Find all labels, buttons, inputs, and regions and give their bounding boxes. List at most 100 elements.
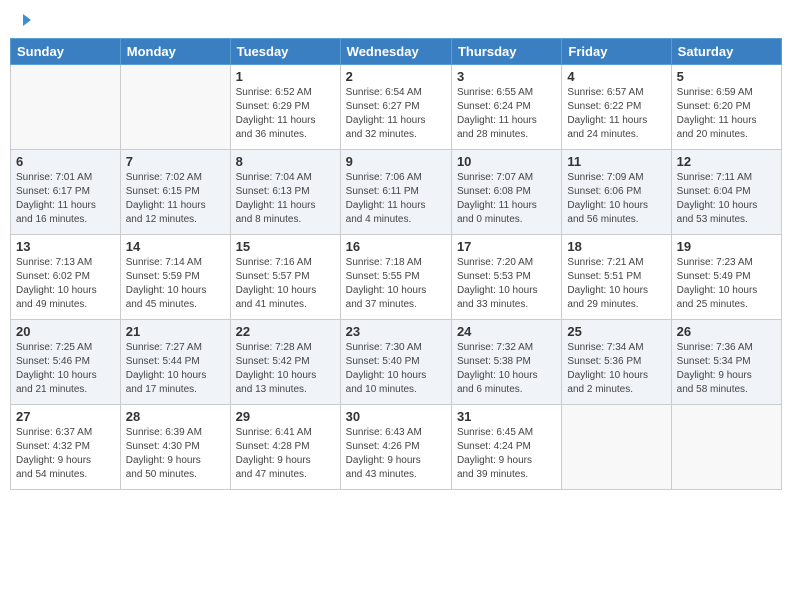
day-number: 2: [346, 69, 446, 84]
day-info: Sunrise: 7:20 AM Sunset: 5:53 PM Dayligh…: [457, 256, 556, 312]
calendar-cell: 21 Sunrise: 7:27 AM Sunset: 5:44 PM Dayli…: [120, 320, 230, 405]
day-number: 10: [457, 154, 556, 169]
calendar-cell: 3Sunrise: 6:55 AM Sunset: 6:24 PM Daylig…: [451, 65, 561, 150]
day-number: 3: [457, 69, 556, 84]
calendar-cell: 10 Sunrise: 7:07 AM Sunset: 6:08 PM Dayli…: [451, 150, 561, 235]
day-info: Sunrise: 7:16 AM Sunset: 5:57 PM Dayligh…: [236, 256, 335, 312]
calendar-cell: [11, 65, 121, 150]
day-info: Sunrise: 6:45 AM Sunset: 4:24 PM Dayligh…: [457, 426, 556, 482]
calendar-cell: 20 Sunrise: 7:25 AM Sunset: 5:46 PM Dayli…: [11, 320, 121, 405]
weekday-header-sunday: Sunday: [11, 39, 121, 65]
day-number: 4: [567, 69, 665, 84]
weekday-header-wednesday: Wednesday: [340, 39, 451, 65]
calendar-cell: 19 Sunrise: 7:23 AM Sunset: 5:49 PM Dayli…: [671, 235, 781, 320]
day-number: 27: [16, 409, 115, 424]
calendar-cell: 29 Sunrise: 6:41 AM Sunset: 4:28 PM Dayli…: [230, 405, 340, 490]
day-info: Sunrise: 7:02 AM Sunset: 6:15 PM Dayligh…: [126, 171, 225, 227]
page-header: [10, 10, 782, 30]
calendar-cell: [562, 405, 671, 490]
weekday-header-friday: Friday: [562, 39, 671, 65]
day-number: 15: [236, 239, 335, 254]
calendar-week-row: 20 Sunrise: 7:25 AM Sunset: 5:46 PM Dayli…: [11, 320, 782, 405]
day-number: 7: [126, 154, 225, 169]
day-info: Sunrise: 7:25 AM Sunset: 5:46 PM Dayligh…: [16, 341, 115, 397]
day-info: Sunrise: 7:04 AM Sunset: 6:13 PM Dayligh…: [236, 171, 335, 227]
day-info: Sunrise: 7:14 AM Sunset: 5:59 PM Dayligh…: [126, 256, 225, 312]
calendar-cell: 11 Sunrise: 7:09 AM Sunset: 6:06 PM Dayli…: [562, 150, 671, 235]
calendar-cell: 27 Sunrise: 6:37 AM Sunset: 4:32 PM Dayli…: [11, 405, 121, 490]
day-info: Sunrise: 7:32 AM Sunset: 5:38 PM Dayligh…: [457, 341, 556, 397]
day-number: 12: [677, 154, 776, 169]
calendar-cell: 23Sunrise: 7:30 AM Sunset: 5:40 PM Dayli…: [340, 320, 451, 405]
day-info: Sunrise: 7:11 AM Sunset: 6:04 PM Dayligh…: [677, 171, 776, 227]
day-number: 28: [126, 409, 225, 424]
day-info: Sunrise: 6:59 AM Sunset: 6:20 PM Dayligh…: [677, 86, 776, 142]
calendar-cell: 26 Sunrise: 7:36 AM Sunset: 5:34 PM Dayli…: [671, 320, 781, 405]
day-number: 25: [567, 324, 665, 339]
day-info: Sunrise: 6:41 AM Sunset: 4:28 PM Dayligh…: [236, 426, 335, 482]
day-info: Sunrise: 7:09 AM Sunset: 6:06 PM Dayligh…: [567, 171, 665, 227]
day-number: 29: [236, 409, 335, 424]
calendar-week-row: 6Sunrise: 7:01 AM Sunset: 6:17 PM Daylig…: [11, 150, 782, 235]
calendar-table: SundayMondayTuesdayWednesdayThursdayFrid…: [10, 38, 782, 490]
day-info: Sunrise: 7:28 AM Sunset: 5:42 PM Dayligh…: [236, 341, 335, 397]
day-number: 11: [567, 154, 665, 169]
day-info: Sunrise: 6:39 AM Sunset: 4:30 PM Dayligh…: [126, 426, 225, 482]
calendar-cell: 25 Sunrise: 7:34 AM Sunset: 5:36 PM Dayli…: [562, 320, 671, 405]
day-number: 23: [346, 324, 446, 339]
day-number: 20: [16, 324, 115, 339]
day-number: 14: [126, 239, 225, 254]
weekday-header-monday: Monday: [120, 39, 230, 65]
day-number: 5: [677, 69, 776, 84]
day-info: Sunrise: 6:57 AM Sunset: 6:22 PM Dayligh…: [567, 86, 665, 142]
day-number: 30: [346, 409, 446, 424]
calendar-cell: 17Sunrise: 7:20 AM Sunset: 5:53 PM Dayli…: [451, 235, 561, 320]
day-info: Sunrise: 7:27 AM Sunset: 5:44 PM Dayligh…: [126, 341, 225, 397]
day-info: Sunrise: 6:37 AM Sunset: 4:32 PM Dayligh…: [16, 426, 115, 482]
calendar-cell: 16Sunrise: 7:18 AM Sunset: 5:55 PM Dayli…: [340, 235, 451, 320]
day-number: 21: [126, 324, 225, 339]
day-number: 22: [236, 324, 335, 339]
calendar-week-row: 27 Sunrise: 6:37 AM Sunset: 4:32 PM Dayli…: [11, 405, 782, 490]
day-info: Sunrise: 7:07 AM Sunset: 6:08 PM Dayligh…: [457, 171, 556, 227]
calendar-cell: 5 Sunrise: 6:59 AM Sunset: 6:20 PM Daylig…: [671, 65, 781, 150]
logo: [16, 14, 33, 26]
calendar-cell: 4 Sunrise: 6:57 AM Sunset: 6:22 PM Daylig…: [562, 65, 671, 150]
day-number: 18: [567, 239, 665, 254]
calendar-week-row: 1Sunrise: 6:52 AM Sunset: 6:29 PM Daylig…: [11, 65, 782, 150]
day-info: Sunrise: 7:34 AM Sunset: 5:36 PM Dayligh…: [567, 341, 665, 397]
calendar-cell: 6Sunrise: 7:01 AM Sunset: 6:17 PM Daylig…: [11, 150, 121, 235]
day-number: 24: [457, 324, 556, 339]
calendar-cell: 1Sunrise: 6:52 AM Sunset: 6:29 PM Daylig…: [230, 65, 340, 150]
day-number: 13: [16, 239, 115, 254]
calendar-cell: 18 Sunrise: 7:21 AM Sunset: 5:51 PM Dayli…: [562, 235, 671, 320]
calendar-cell: [671, 405, 781, 490]
day-number: 9: [346, 154, 446, 169]
day-info: Sunrise: 7:21 AM Sunset: 5:51 PM Dayligh…: [567, 256, 665, 312]
calendar-week-row: 13 Sunrise: 7:13 AM Sunset: 6:02 PM Dayli…: [11, 235, 782, 320]
day-number: 6: [16, 154, 115, 169]
day-number: 1: [236, 69, 335, 84]
calendar-cell: 22 Sunrise: 7:28 AM Sunset: 5:42 PM Dayli…: [230, 320, 340, 405]
day-number: 26: [677, 324, 776, 339]
day-number: 19: [677, 239, 776, 254]
day-number: 8: [236, 154, 335, 169]
calendar-cell: 30 Sunrise: 6:43 AM Sunset: 4:26 PM Dayli…: [340, 405, 451, 490]
day-info: Sunrise: 7:36 AM Sunset: 5:34 PM Dayligh…: [677, 341, 776, 397]
calendar-cell: 24 Sunrise: 7:32 AM Sunset: 5:38 PM Dayli…: [451, 320, 561, 405]
day-number: 31: [457, 409, 556, 424]
calendar-cell: 2 Sunrise: 6:54 AM Sunset: 6:27 PM Daylig…: [340, 65, 451, 150]
day-info: Sunrise: 7:13 AM Sunset: 6:02 PM Dayligh…: [16, 256, 115, 312]
weekday-header-tuesday: Tuesday: [230, 39, 340, 65]
calendar-cell: 31 Sunrise: 6:45 AM Sunset: 4:24 PM Dayli…: [451, 405, 561, 490]
weekday-header-thursday: Thursday: [451, 39, 561, 65]
calendar-cell: 7 Sunrise: 7:02 AM Sunset: 6:15 PM Daylig…: [120, 150, 230, 235]
calendar-cell: 8 Sunrise: 7:04 AM Sunset: 6:13 PM Daylig…: [230, 150, 340, 235]
day-info: Sunrise: 6:54 AM Sunset: 6:27 PM Dayligh…: [346, 86, 446, 142]
day-info: Sunrise: 6:43 AM Sunset: 4:26 PM Dayligh…: [346, 426, 446, 482]
calendar-cell: [120, 65, 230, 150]
day-info: Sunrise: 7:23 AM Sunset: 5:49 PM Dayligh…: [677, 256, 776, 312]
calendar-cell: 12 Sunrise: 7:11 AM Sunset: 6:04 PM Dayli…: [671, 150, 781, 235]
calendar-header-row: SundayMondayTuesdayWednesdayThursdayFrid…: [11, 39, 782, 65]
weekday-header-saturday: Saturday: [671, 39, 781, 65]
